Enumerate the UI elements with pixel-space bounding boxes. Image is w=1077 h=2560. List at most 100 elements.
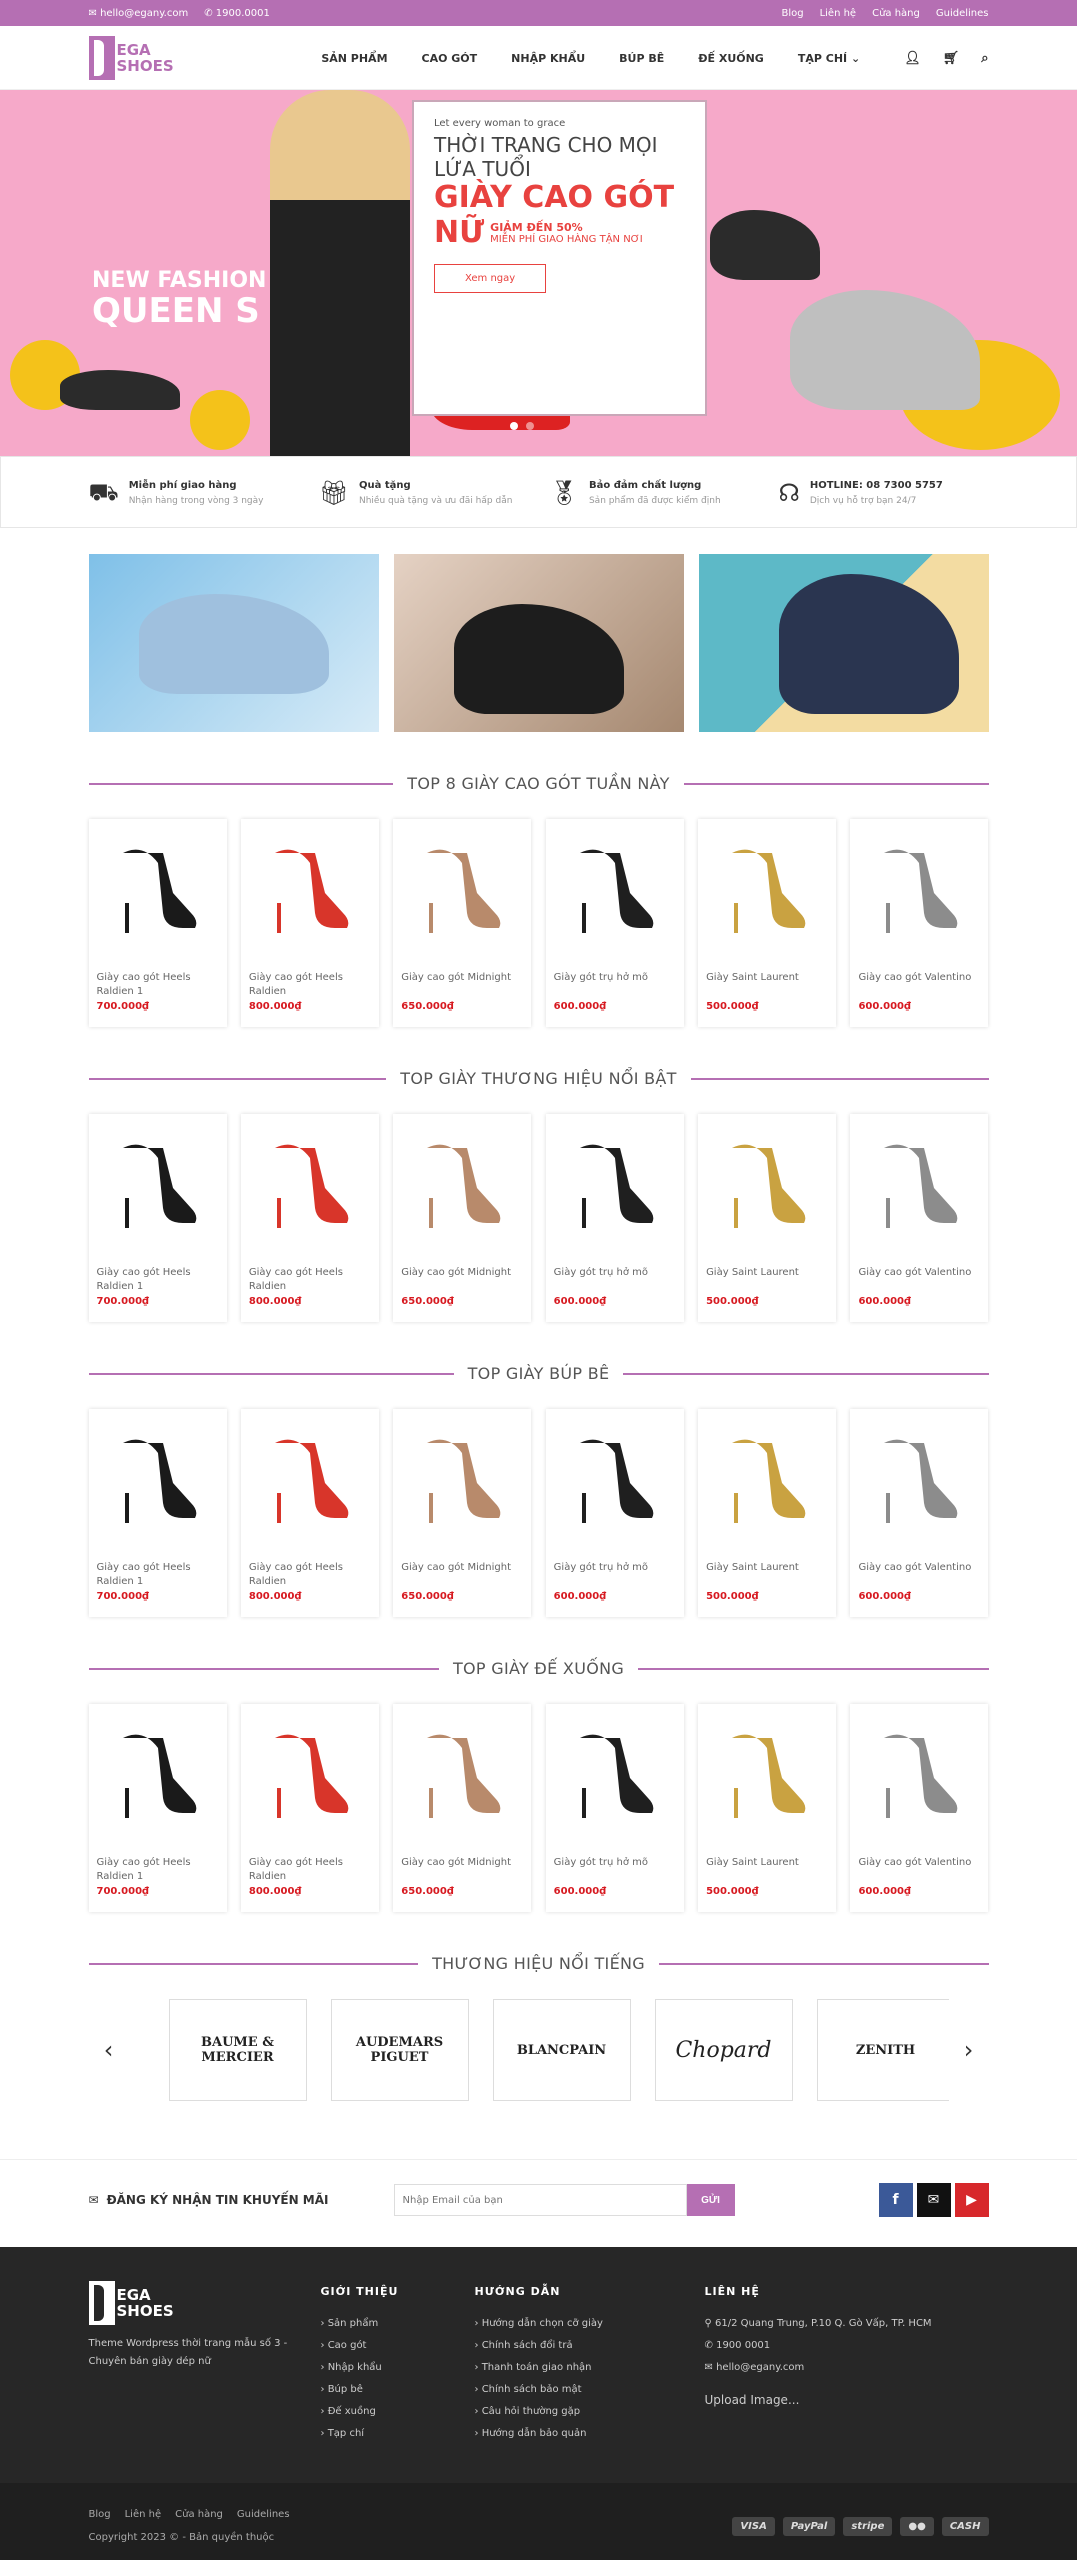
product-name[interactable]: Giày gót trụ hở mõ xyxy=(554,971,676,999)
product-image[interactable] xyxy=(97,1712,219,1834)
brand-logo[interactable]: ZENITH xyxy=(816,1999,949,2101)
product-image[interactable] xyxy=(97,1417,219,1539)
footer-logo[interactable]: EGA SHOES xyxy=(88,2281,321,2325)
product-image[interactable] xyxy=(249,1712,371,1834)
footer-link[interactable]: › Nhập khẩu xyxy=(321,2357,475,2379)
product-image[interactable] xyxy=(401,1122,523,1244)
footer-link[interactable]: › Hướng dẫn bảo quản xyxy=(475,2423,705,2445)
product-card[interactable]: Giày cao gót Heels Raldien 800.000₫ xyxy=(240,1114,379,1322)
newsletter-submit-button[interactable]: GỬI xyxy=(686,2184,735,2216)
topbar-phone[interactable]: ✆ 1900.0001 xyxy=(204,8,270,19)
nav-item-flats[interactable]: BÚP BÊ xyxy=(619,52,664,65)
product-image[interactable] xyxy=(401,827,523,949)
product-image[interactable] xyxy=(554,1122,676,1244)
product-name[interactable]: Giày cao gót Midnight xyxy=(401,1266,523,1294)
bottom-link-contact[interactable]: Liên hệ xyxy=(125,2509,162,2520)
product-card[interactable]: Giày cao gót Heels Raldien 1 700.000₫ xyxy=(88,1704,227,1912)
product-card[interactable]: Giày Saint Laurent 500.000₫ xyxy=(698,819,837,1027)
footer-link[interactable]: › Đế xuồng xyxy=(321,2401,475,2423)
product-name[interactable]: Giày cao gót Midnight xyxy=(401,971,523,999)
footer-link[interactable]: › Chính sách bảo mật xyxy=(475,2379,705,2401)
product-name[interactable]: Giày Saint Laurent xyxy=(706,1561,828,1589)
product-card[interactable]: Giày cao gót Midnight 650.000₫ xyxy=(393,1409,532,1617)
product-name[interactable]: Giày cao gót Valentino xyxy=(858,1266,980,1294)
footer-phone[interactable]: ✆ 1900 0001 xyxy=(705,2335,932,2357)
footer-link[interactable]: › Cao gót xyxy=(321,2335,475,2357)
product-name[interactable]: Giày cao gót Heels Raldien 1 xyxy=(97,971,219,999)
slider-dot[interactable] xyxy=(510,422,518,430)
product-card[interactable]: Giày cao gót Heels Raldien 1 700.000₫ xyxy=(88,819,227,1027)
nav-item-low-heels[interactable]: ĐẾ XUỐNG xyxy=(698,52,764,65)
search-icon[interactable]: ⌕ xyxy=(981,51,988,66)
product-name[interactable]: Giày cao gót Heels Raldien xyxy=(249,1856,371,1884)
hero-cta-button[interactable]: Xem ngay xyxy=(434,264,547,293)
product-image[interactable] xyxy=(249,1417,371,1539)
nav-item-magazine[interactable]: TẠP CHÍ ⌄ xyxy=(798,52,860,65)
site-logo[interactable]: EGA SHOES xyxy=(88,36,174,80)
promo-banner[interactable] xyxy=(88,554,379,732)
product-image[interactable] xyxy=(858,827,980,949)
mail-icon[interactable]: ✉ xyxy=(916,2183,951,2217)
bottom-link-store[interactable]: Cửa hàng xyxy=(175,2509,223,2520)
product-card[interactable]: Giày cao gót Heels Raldien 800.000₫ xyxy=(240,819,379,1027)
product-image[interactable] xyxy=(858,1122,980,1244)
product-name[interactable]: Giày cao gót Heels Raldien 1 xyxy=(97,1856,219,1884)
footer-link[interactable]: › Búp bê xyxy=(321,2379,475,2401)
product-card[interactable]: Giày cao gót Valentino 600.000₫ xyxy=(850,1409,989,1617)
product-name[interactable]: Giày cao gót Heels Raldien 1 xyxy=(97,1561,219,1589)
product-image[interactable] xyxy=(97,1122,219,1244)
user-icon[interactable]: 👤︎ xyxy=(904,51,921,66)
product-image[interactable] xyxy=(554,827,676,949)
product-card[interactable]: Giày cao gót Heels Raldien 800.000₫ xyxy=(240,1409,379,1617)
footer-link[interactable]: › Tạp chí xyxy=(321,2423,475,2445)
nav-item-imported[interactable]: NHẬP KHẨU xyxy=(511,52,585,65)
product-card[interactable]: Giày cao gót Midnight 650.000₫ xyxy=(393,819,532,1027)
nav-item-products[interactable]: SẢN PHẨM xyxy=(321,52,387,65)
bottom-link-guidelines[interactable]: Guidelines xyxy=(237,2509,290,2520)
product-name[interactable]: Giày cao gót Heels Raldien xyxy=(249,1266,371,1294)
product-card[interactable]: Giày gót trụ hở mõ 600.000₫ xyxy=(545,819,684,1027)
nav-item-high-heels[interactable]: CAO GÓT xyxy=(422,52,478,65)
product-image[interactable] xyxy=(249,1122,371,1244)
product-card[interactable]: Giày gót trụ hở mõ 600.000₫ xyxy=(545,1409,684,1617)
product-card[interactable]: Giày Saint Laurent 500.000₫ xyxy=(698,1114,837,1322)
footer-link[interactable]: › Câu hỏi thường gặp xyxy=(475,2401,705,2423)
product-image[interactable] xyxy=(706,1417,828,1539)
product-image[interactable] xyxy=(554,1712,676,1834)
facebook-icon[interactable]: f xyxy=(878,2183,913,2217)
product-card[interactable]: Giày Saint Laurent 500.000₫ xyxy=(698,1704,837,1912)
product-name[interactable]: Giày cao gót Valentino xyxy=(858,971,980,999)
topbar-link-store[interactable]: Cửa hàng xyxy=(872,8,920,19)
footer-link[interactable]: › Sản phẩm xyxy=(321,2313,475,2335)
product-card[interactable]: Giày gót trụ hở mõ 600.000₫ xyxy=(545,1704,684,1912)
bottom-link-blog[interactable]: Blog xyxy=(89,2509,111,2520)
product-image[interactable] xyxy=(97,827,219,949)
product-name[interactable]: Giày Saint Laurent xyxy=(706,1266,828,1294)
topbar-link-contact[interactable]: Liên hệ xyxy=(820,8,857,19)
product-name[interactable]: Giày cao gót Valentino xyxy=(858,1856,980,1884)
brand-logo[interactable]: BAUME & MERCIER xyxy=(168,1999,307,2101)
footer-link[interactable]: › Chính sách đổi trả xyxy=(475,2335,705,2357)
product-card[interactable]: Giày cao gót Heels Raldien 1 700.000₫ xyxy=(88,1409,227,1617)
product-image[interactable] xyxy=(554,1417,676,1539)
product-card[interactable]: Giày cao gót Heels Raldien 800.000₫ xyxy=(240,1704,379,1912)
product-card[interactable]: Giày cao gót Midnight 650.000₫ xyxy=(393,1704,532,1912)
product-name[interactable]: Giày cao gót Midnight xyxy=(401,1561,523,1589)
product-card[interactable]: Giày cao gót Valentino 600.000₫ xyxy=(850,1114,989,1322)
product-image[interactable] xyxy=(706,827,828,949)
footer-email[interactable]: ✉ hello@egany.com xyxy=(705,2357,932,2379)
product-card[interactable]: Giày gót trụ hở mõ 600.000₫ xyxy=(545,1114,684,1322)
hero-slider[interactable]: NEW FASHION QUEEN S Let every woman to gr… xyxy=(0,90,1077,456)
product-image[interactable] xyxy=(858,1712,980,1834)
product-name[interactable]: Giày Saint Laurent xyxy=(706,1856,828,1884)
newsletter-email-input[interactable] xyxy=(393,2184,687,2216)
product-image[interactable] xyxy=(249,827,371,949)
product-card[interactable]: Giày cao gót Midnight 650.000₫ xyxy=(393,1114,532,1322)
topbar-link-blog[interactable]: Blog xyxy=(781,8,803,19)
topbar-email[interactable]: ✉ hello@egany.com xyxy=(89,8,189,19)
topbar-link-guidelines[interactable]: Guidelines xyxy=(936,8,989,19)
product-card[interactable]: Giày cao gót Heels Raldien 1 700.000₫ xyxy=(88,1114,227,1322)
product-name[interactable]: Giày cao gót Midnight xyxy=(401,1856,523,1884)
product-card[interactable]: Giày cao gót Valentino 600.000₫ xyxy=(850,819,989,1027)
product-name[interactable]: Giày gót trụ hở mõ xyxy=(554,1266,676,1294)
